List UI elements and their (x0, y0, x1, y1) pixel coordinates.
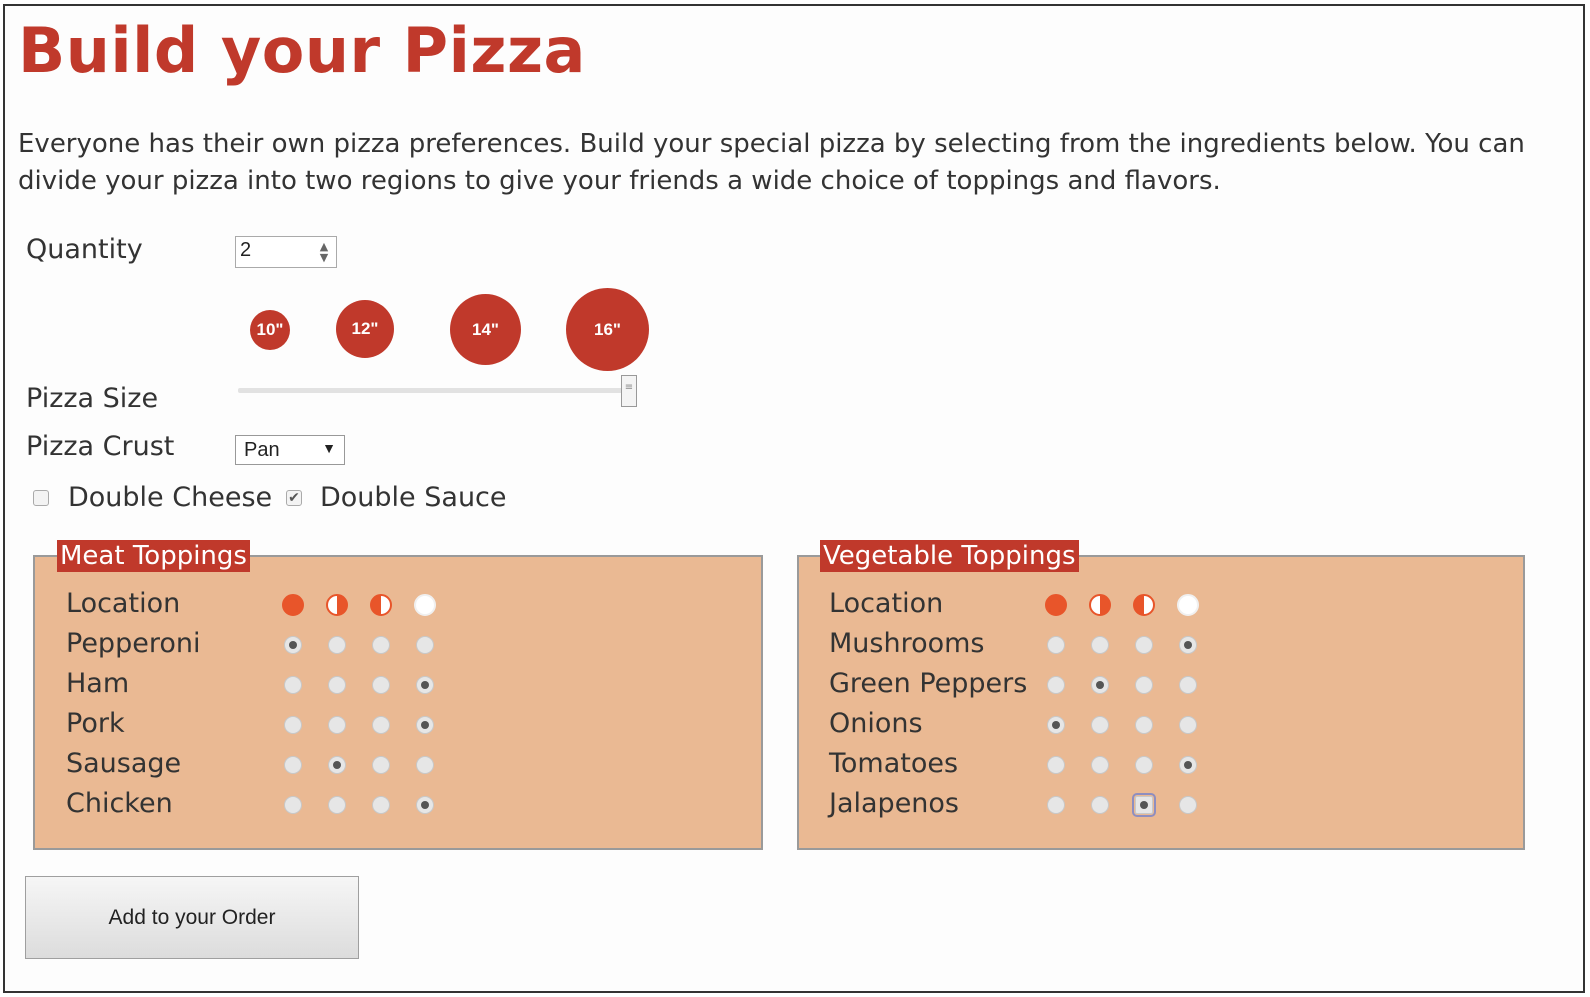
meat-topping-radio[interactable] (284, 716, 302, 734)
veg-topping-radio[interactable] (1135, 636, 1153, 654)
veg-topping-radio[interactable] (1091, 796, 1109, 814)
add-to-order-button[interactable]: Add to your Order (25, 876, 359, 959)
meat-topping-radio[interactable] (416, 796, 434, 814)
quantity-label: Quantity (26, 234, 143, 265)
pizza-size-label: Pizza Size (26, 383, 159, 414)
veg-topping-radio[interactable] (1047, 676, 1065, 694)
meat-topping-radio[interactable] (372, 796, 390, 814)
quantity-value: 2 (240, 239, 252, 261)
meat-topping-radio[interactable] (328, 716, 346, 734)
pizza-crust-label: Pizza Crust (26, 431, 175, 462)
veg-row-label: Mushrooms (829, 628, 985, 659)
crust-select[interactable]: Pan ▼ (235, 435, 345, 465)
whole-pizza-icon (282, 594, 304, 616)
size-16-option[interactable]: 16" (566, 288, 649, 371)
veg-topping-radio[interactable] (1179, 636, 1197, 654)
veg-topping-radio[interactable] (1091, 716, 1109, 734)
meat-topping-radio[interactable] (372, 636, 390, 654)
left-half-icon (1133, 594, 1155, 616)
meat-location-label: Location (66, 588, 181, 619)
meat-topping-radio[interactable] (416, 756, 434, 774)
veg-topping-radio[interactable] (1047, 796, 1065, 814)
veg-row-label: Onions (829, 708, 923, 739)
size-12-option[interactable]: 12" (336, 300, 394, 358)
meat-topping-radio[interactable] (328, 676, 346, 694)
veg-topping-radio[interactable] (1091, 676, 1109, 694)
vegetable-toppings-legend: Vegetable Toppings (820, 540, 1079, 572)
meat-row-label: Chicken (66, 788, 173, 819)
veg-row-label: Green Peppers (829, 668, 1028, 699)
veg-topping-radio[interactable] (1179, 716, 1197, 734)
crust-selected-value: Pan (244, 439, 280, 461)
right-half-icon (326, 594, 348, 616)
meat-topping-radio[interactable] (416, 636, 434, 654)
double-cheese-checkbox[interactable] (33, 490, 49, 506)
size-slider-track[interactable] (238, 388, 634, 393)
meat-row-label: Pork (66, 708, 125, 739)
page-title: Build your Pizza (18, 14, 586, 87)
meat-row-label: Ham (66, 668, 130, 699)
dropdown-arrow-icon: ▼ (322, 440, 336, 456)
meat-row-label: Pepperoni (66, 628, 201, 659)
left-half-icon (370, 594, 392, 616)
meat-topping-radio[interactable] (284, 796, 302, 814)
veg-row-label: Jalapenos (829, 788, 960, 819)
veg-topping-radio[interactable] (1091, 636, 1109, 654)
meat-topping-radio[interactable] (416, 716, 434, 734)
veg-row-label: Tomatoes (829, 748, 959, 779)
meat-topping-radio[interactable] (372, 716, 390, 734)
veg-topping-radio[interactable] (1135, 756, 1153, 774)
intro-text: Everyone has their own pizza preferences… (18, 129, 1525, 196)
veg-topping-radio[interactable] (1132, 793, 1156, 817)
none-icon (1177, 594, 1199, 616)
meat-topping-radio[interactable] (328, 756, 346, 774)
meat-topping-radio[interactable] (372, 756, 390, 774)
meat-topping-radio[interactable] (284, 756, 302, 774)
none-icon (414, 594, 436, 616)
size-slider-handle[interactable]: ≡ (621, 375, 637, 407)
veg-topping-radio[interactable] (1047, 716, 1065, 734)
whole-pizza-icon (1045, 594, 1067, 616)
size-14-option[interactable]: 14" (450, 294, 521, 365)
veg-topping-radio[interactable] (1047, 756, 1065, 774)
right-half-icon (1089, 594, 1111, 616)
meat-topping-radio[interactable] (328, 796, 346, 814)
spinner-arrows-icon[interactable]: ▲ ▼ (316, 241, 332, 263)
veg-topping-radio[interactable] (1135, 716, 1153, 734)
quantity-stepper[interactable]: 2 ▲ ▼ (235, 236, 337, 268)
veg-topping-radio[interactable] (1135, 676, 1153, 694)
size-10-option[interactable]: 10" (250, 310, 290, 350)
veg-topping-radio[interactable] (1179, 676, 1197, 694)
veg-topping-radio[interactable] (1179, 796, 1197, 814)
double-sauce-checkbox[interactable]: ✔ (286, 490, 302, 506)
meat-topping-radio[interactable] (416, 676, 434, 694)
meat-toppings-legend: Meat Toppings (57, 540, 250, 572)
veg-location-label: Location (829, 588, 944, 619)
veg-topping-radio[interactable] (1179, 756, 1197, 774)
meat-row-label: Sausage (66, 748, 182, 779)
veg-topping-radio[interactable] (1047, 636, 1065, 654)
double-sauce-label: Double Sauce (320, 482, 507, 513)
meat-topping-radio[interactable] (328, 636, 346, 654)
meat-topping-radio[interactable] (284, 636, 302, 654)
veg-topping-radio[interactable] (1091, 756, 1109, 774)
double-cheese-label: Double Cheese (68, 482, 273, 513)
meat-topping-radio[interactable] (372, 676, 390, 694)
meat-topping-radio[interactable] (284, 676, 302, 694)
